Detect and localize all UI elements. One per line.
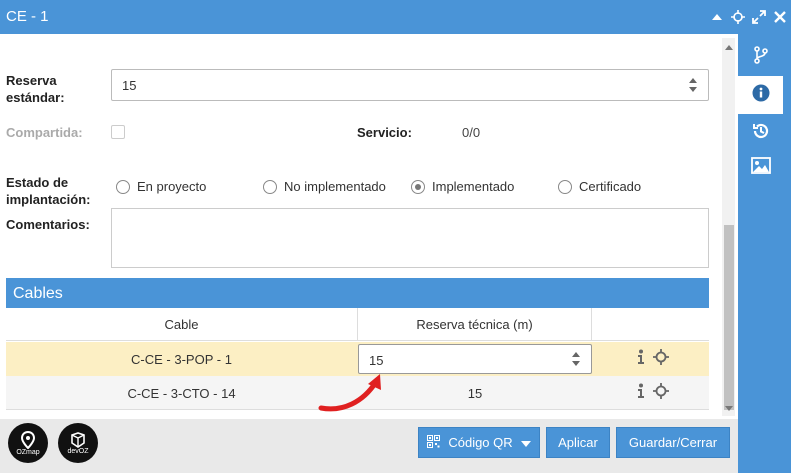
image-button[interactable] <box>738 148 783 186</box>
cable-name-cell: C-CE - 3-POP - 1 <box>131 351 232 367</box>
comentarios-textarea[interactable] <box>111 208 709 268</box>
vertical-scrollbar[interactable] <box>722 38 735 416</box>
apply-button[interactable]: Aplicar <box>546 427 610 458</box>
radio-circle <box>116 179 130 194</box>
radio-no-implementado[interactable]: No implementado <box>263 179 386 194</box>
locate-icon[interactable] <box>653 349 669 369</box>
compartida-label: Compartida: <box>6 125 83 140</box>
spinner-icon[interactable] <box>571 350 581 368</box>
radio-label: Implementado <box>432 179 515 194</box>
info-icon[interactable] <box>637 383 645 403</box>
dialog-window: CE - 1 Reserva estándar: 15 Compartida: … <box>0 0 791 473</box>
caret-down-icon <box>520 435 531 450</box>
column-header-reserva: Reserva técnica (m) <box>416 317 533 332</box>
qr-code-icon <box>427 434 441 451</box>
devoz-logo-text: devOZ <box>67 447 89 455</box>
radio-en-proyecto[interactable]: En proyecto <box>116 179 206 194</box>
history-button[interactable] <box>738 114 783 152</box>
expand-icon[interactable] <box>752 9 766 24</box>
reserva-tecnica-cell: 15 <box>467 385 483 401</box>
form-content: Reserva estándar: 15 Compartida: Servici… <box>0 34 738 419</box>
radio-circle-selected <box>411 179 425 194</box>
comentarios-label: Comentarios: <box>6 217 90 232</box>
collapse-up-icon[interactable] <box>710 9 724 23</box>
servicio-value: 0/0 <box>462 125 481 140</box>
radio-label: Certificado <box>579 179 642 194</box>
radio-label: No implementado <box>284 179 386 194</box>
save-close-button[interactable]: Guardar/Cerrar <box>616 427 730 458</box>
title-bar: CE - 1 <box>0 0 791 34</box>
table-header: Cable Reserva técnica (m) <box>6 308 709 341</box>
info-icon <box>752 84 770 106</box>
reserva-label: Reserva estándar: <box>6 73 65 105</box>
scroll-thumb[interactable] <box>724 225 734 410</box>
scroll-up-icon[interactable] <box>722 40 735 54</box>
devoz-logo: devOZ <box>58 423 98 463</box>
radio-circle <box>558 179 572 194</box>
close-icon[interactable] <box>773 9 787 23</box>
side-toolbar <box>738 34 791 473</box>
annotation-arrow-icon <box>318 374 381 412</box>
reserva-input[interactable]: 15 <box>111 69 709 101</box>
branch-icon <box>753 46 769 68</box>
move-icon[interactable] <box>731 9 745 24</box>
compartida-checkbox[interactable] <box>111 125 125 139</box>
row-actions <box>637 376 669 410</box>
ozmap-logo-text: OZmap <box>16 448 40 456</box>
radio-certificado[interactable]: Certificado <box>558 179 641 194</box>
info-tab-button[interactable] <box>738 76 783 114</box>
radio-circle <box>263 179 277 194</box>
cable-name-cell: C-CE - 3-CTO - 14 <box>127 385 236 401</box>
reserva-value: 15 <box>122 78 137 93</box>
reserva-tecnica-value: 15 <box>369 353 384 368</box>
column-header-cable: Cable <box>164 317 199 332</box>
spinner-icon[interactable] <box>688 76 698 94</box>
branch-button[interactable] <box>738 38 783 76</box>
history-icon <box>752 122 770 144</box>
ozmap-logo: OZmap <box>8 423 48 463</box>
scroll-down-icon[interactable] <box>722 402 735 416</box>
radio-implementado[interactable]: Implementado <box>411 179 514 194</box>
row-actions <box>637 342 669 376</box>
column-header-actions <box>592 308 709 341</box>
window-title: CE - 1 <box>6 8 49 25</box>
reserva-tecnica-input[interactable]: 15 <box>358 344 592 374</box>
image-icon <box>750 156 771 178</box>
locate-icon[interactable] <box>653 383 669 403</box>
estado-label: Estado de implantación: <box>6 175 91 207</box>
qr-code-button[interactable]: Código QR <box>418 427 540 458</box>
info-icon[interactable] <box>637 349 645 369</box>
cables-section-header: Cables <box>6 278 709 308</box>
qr-code-label: Código QR <box>448 435 513 450</box>
servicio-label: Servicio: <box>357 125 412 140</box>
radio-label: En proyecto <box>137 179 207 194</box>
